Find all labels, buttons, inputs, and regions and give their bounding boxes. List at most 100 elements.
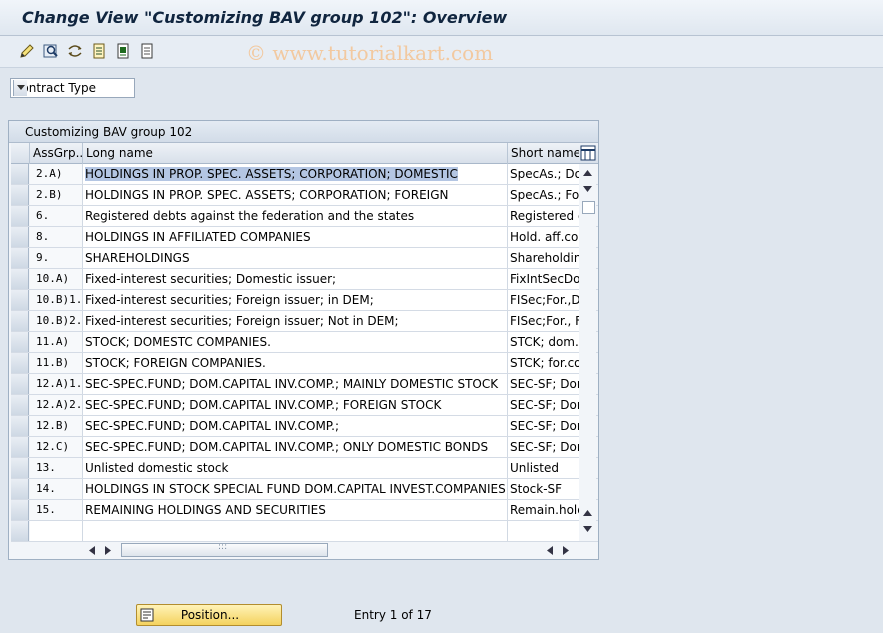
edit-pencil-icon[interactable] — [18, 42, 36, 60]
cell-long-name: Fixed-interest securities; Foreign issue… — [83, 311, 508, 331]
table-row[interactable] — [11, 521, 598, 542]
row-selector[interactable] — [11, 437, 29, 457]
header-long-name[interactable]: Long name — [83, 143, 508, 164]
row-selector[interactable] — [11, 185, 29, 205]
scroll-down-bottom-icon[interactable] — [582, 523, 593, 535]
select-all-icon[interactable] — [114, 42, 132, 60]
row-selector[interactable] — [11, 311, 29, 331]
row-selector[interactable] — [11, 458, 29, 478]
cell-assgrp: 8. — [30, 227, 83, 247]
table-row[interactable]: 2.B) HOLDINGS IN PROP. SPEC. ASSETS; CORP… — [11, 185, 598, 206]
cell-short-name: SEC-SF; Dom — [508, 395, 579, 415]
position-button[interactable]: Position... — [136, 604, 282, 626]
cell-assgrp: 12.A)1. — [30, 374, 83, 394]
row-selector[interactable] — [11, 353, 29, 373]
scroll-thumb[interactable] — [582, 201, 595, 214]
cell-long-name: STOCK; DOMESTC COMPANIES. — [83, 332, 508, 352]
table-row[interactable]: 9.SHAREHOLDINGSShareholding — [11, 248, 598, 269]
cell-short-name: SEC-SF; Dom — [508, 416, 579, 436]
row-selector[interactable] — [11, 206, 29, 226]
document-icon[interactable] — [90, 42, 108, 60]
cell-long-name: STOCK; FOREIGN COMPANIES. — [83, 353, 508, 373]
undo-change-icon[interactable] — [66, 42, 84, 60]
title-bar: Change View "Customizing BAV group 102":… — [0, 0, 883, 36]
cell-long-name: HOLDINGS IN AFFILIATED COMPANIES — [83, 227, 508, 247]
select-all-cell[interactable] — [11, 143, 30, 164]
column-settings-icon[interactable] — [580, 145, 596, 161]
cell-assgrp: 10.B)2. — [30, 311, 83, 331]
contract-type-dropdown[interactable]: Contract Type — [10, 78, 135, 98]
row-selector[interactable] — [11, 164, 29, 184]
scroll-up-bottom-icon[interactable] — [582, 507, 593, 519]
row-selector[interactable] — [11, 521, 29, 541]
cell-short-name: Stock-SF — [508, 479, 579, 499]
row-selector[interactable] — [11, 500, 29, 520]
table-row[interactable]: 6. Registered debts against the federatio… — [11, 206, 598, 227]
find-icon[interactable] — [42, 42, 60, 60]
cell-long-name: Registered debts against the federation … — [83, 206, 508, 226]
table-row[interactable]: 13. Unlisted domestic stock Unlisted — [11, 458, 598, 479]
row-selector[interactable] — [11, 416, 29, 436]
cell-assgrp: 10.A) — [30, 269, 83, 289]
scroll-left-icon[interactable] — [87, 544, 97, 556]
table-row[interactable]: 12.A)1. SEC-SPEC.FUND; DOM.CAPITAL INV.CO… — [11, 374, 598, 395]
cell-long-name: HOLDINGS IN PROP. SPEC. ASSETS; CORPORAT… — [83, 164, 508, 184]
cell-short-name: Remain.holdi — [508, 500, 579, 520]
header-assgrp[interactable]: AssGrp... — [30, 143, 83, 164]
scroll-up-icon[interactable] — [582, 167, 593, 179]
row-selector[interactable] — [11, 479, 29, 499]
cell-long-name: SHAREHOLDINGS — [83, 248, 508, 268]
table-row[interactable]: 15. REMAINING HOLDINGS AND SECURITIES Rema… — [11, 500, 598, 521]
cell-long-name: HOLDINGS IN PROP. SPEC. ASSETS; CORPORAT… — [83, 185, 508, 205]
cell-assgrp: 9. — [30, 248, 83, 268]
table-row[interactable]: 8. HOLDINGS IN AFFILIATED COMPANIES Hold. … — [11, 227, 598, 248]
cell-assgrp: 12.B) — [30, 416, 83, 436]
row-selector[interactable] — [11, 374, 29, 394]
vertical-scrollbar[interactable] — [579, 165, 596, 539]
table-row[interactable]: 12.A)2. SEC-SPEC.FUND; DOM.CAPITAL INV.CO… — [11, 395, 598, 416]
horizontal-scrollbar[interactable] — [85, 542, 575, 557]
table-row[interactable]: 11.A) STOCK; DOMESTC COMPANIES. STCK; dom.… — [11, 332, 598, 353]
table-row[interactable]: 12.B) SEC-SPEC.FUND; DOM.CAPITAL INV.COMP… — [11, 416, 598, 437]
scroll-right-end-icon[interactable] — [561, 544, 571, 556]
cell-long-name: SEC-SPEC.FUND; DOM.CAPITAL INV.COMP.; — [83, 416, 508, 436]
row-selector[interactable] — [11, 290, 29, 310]
cell-long-name: Unlisted domestic stock — [83, 458, 508, 478]
row-selector[interactable] — [11, 395, 29, 415]
table-row[interactable]: 12.C) SEC-SPEC.FUND; DOM.CAPITAL INV.COMP… — [11, 437, 598, 458]
scroll-down-icon[interactable] — [582, 183, 593, 195]
cell-assgrp: 2.A) — [30, 164, 83, 184]
table-row[interactable]: 2.A) HOLDINGS IN PROP. SPEC. ASSETS; CORP… — [11, 164, 598, 185]
cell-short-name: FISec;For., F — [508, 311, 579, 331]
header-short-name[interactable]: Short name — [508, 143, 579, 164]
toolbar: © www.tutorialkart.com — [0, 36, 883, 68]
cell-assgrp: 13. — [30, 458, 83, 478]
cell-assgrp: 10.B)1. — [30, 290, 83, 310]
table-row[interactable]: 11.B) STOCK; FOREIGN COMPANIES. STCK; for.… — [11, 353, 598, 374]
row-selector[interactable] — [11, 248, 29, 268]
table-row[interactable]: 10.B)1. Fixed-interest securities; Foreig… — [11, 290, 598, 311]
cell-assgrp — [30, 521, 83, 541]
cell-short-name: Unlisted — [508, 458, 579, 478]
cell-long-name: REMAINING HOLDINGS AND SECURITIES — [83, 500, 508, 520]
cell-short-name: Shareholding — [508, 248, 579, 268]
scroll-left-end-icon[interactable] — [545, 544, 555, 556]
cell-short-name: SpecAs.; Dom — [508, 164, 579, 184]
table-row[interactable]: 10.A) Fixed-interest securities; Domestic… — [11, 269, 598, 290]
cell-assgrp: 11.A) — [30, 332, 83, 352]
table-row[interactable]: 14. HOLDINGS IN STOCK SPECIAL FUND DOM.CA… — [11, 479, 598, 500]
hscroll-thumb[interactable] — [121, 542, 328, 557]
row-selector[interactable] — [11, 332, 29, 352]
cell-long-name: SEC-SPEC.FUND; DOM.CAPITAL INV.COMP.; FO… — [83, 395, 508, 415]
chevron-down-icon[interactable] — [13, 80, 27, 96]
cell-long-name: SEC-SPEC.FUND; DOM.CAPITAL INV.COMP.; ON… — [83, 437, 508, 457]
deselect-icon[interactable] — [138, 42, 156, 60]
cell-long-name: SEC-SPEC.FUND; DOM.CAPITAL INV.COMP.; MA… — [83, 374, 508, 394]
position-button-label: Position... — [180, 608, 240, 622]
row-selector[interactable] — [11, 269, 29, 289]
scroll-right-icon[interactable] — [103, 544, 113, 556]
table-row[interactable]: 10.B)2. Fixed-interest securities; Foreig… — [11, 311, 598, 332]
table-header: AssGrp... Long name Short name — [11, 143, 598, 164]
cell-long-name: HOLDINGS IN STOCK SPECIAL FUND DOM.CAPIT… — [83, 479, 508, 499]
row-selector[interactable] — [11, 227, 29, 247]
